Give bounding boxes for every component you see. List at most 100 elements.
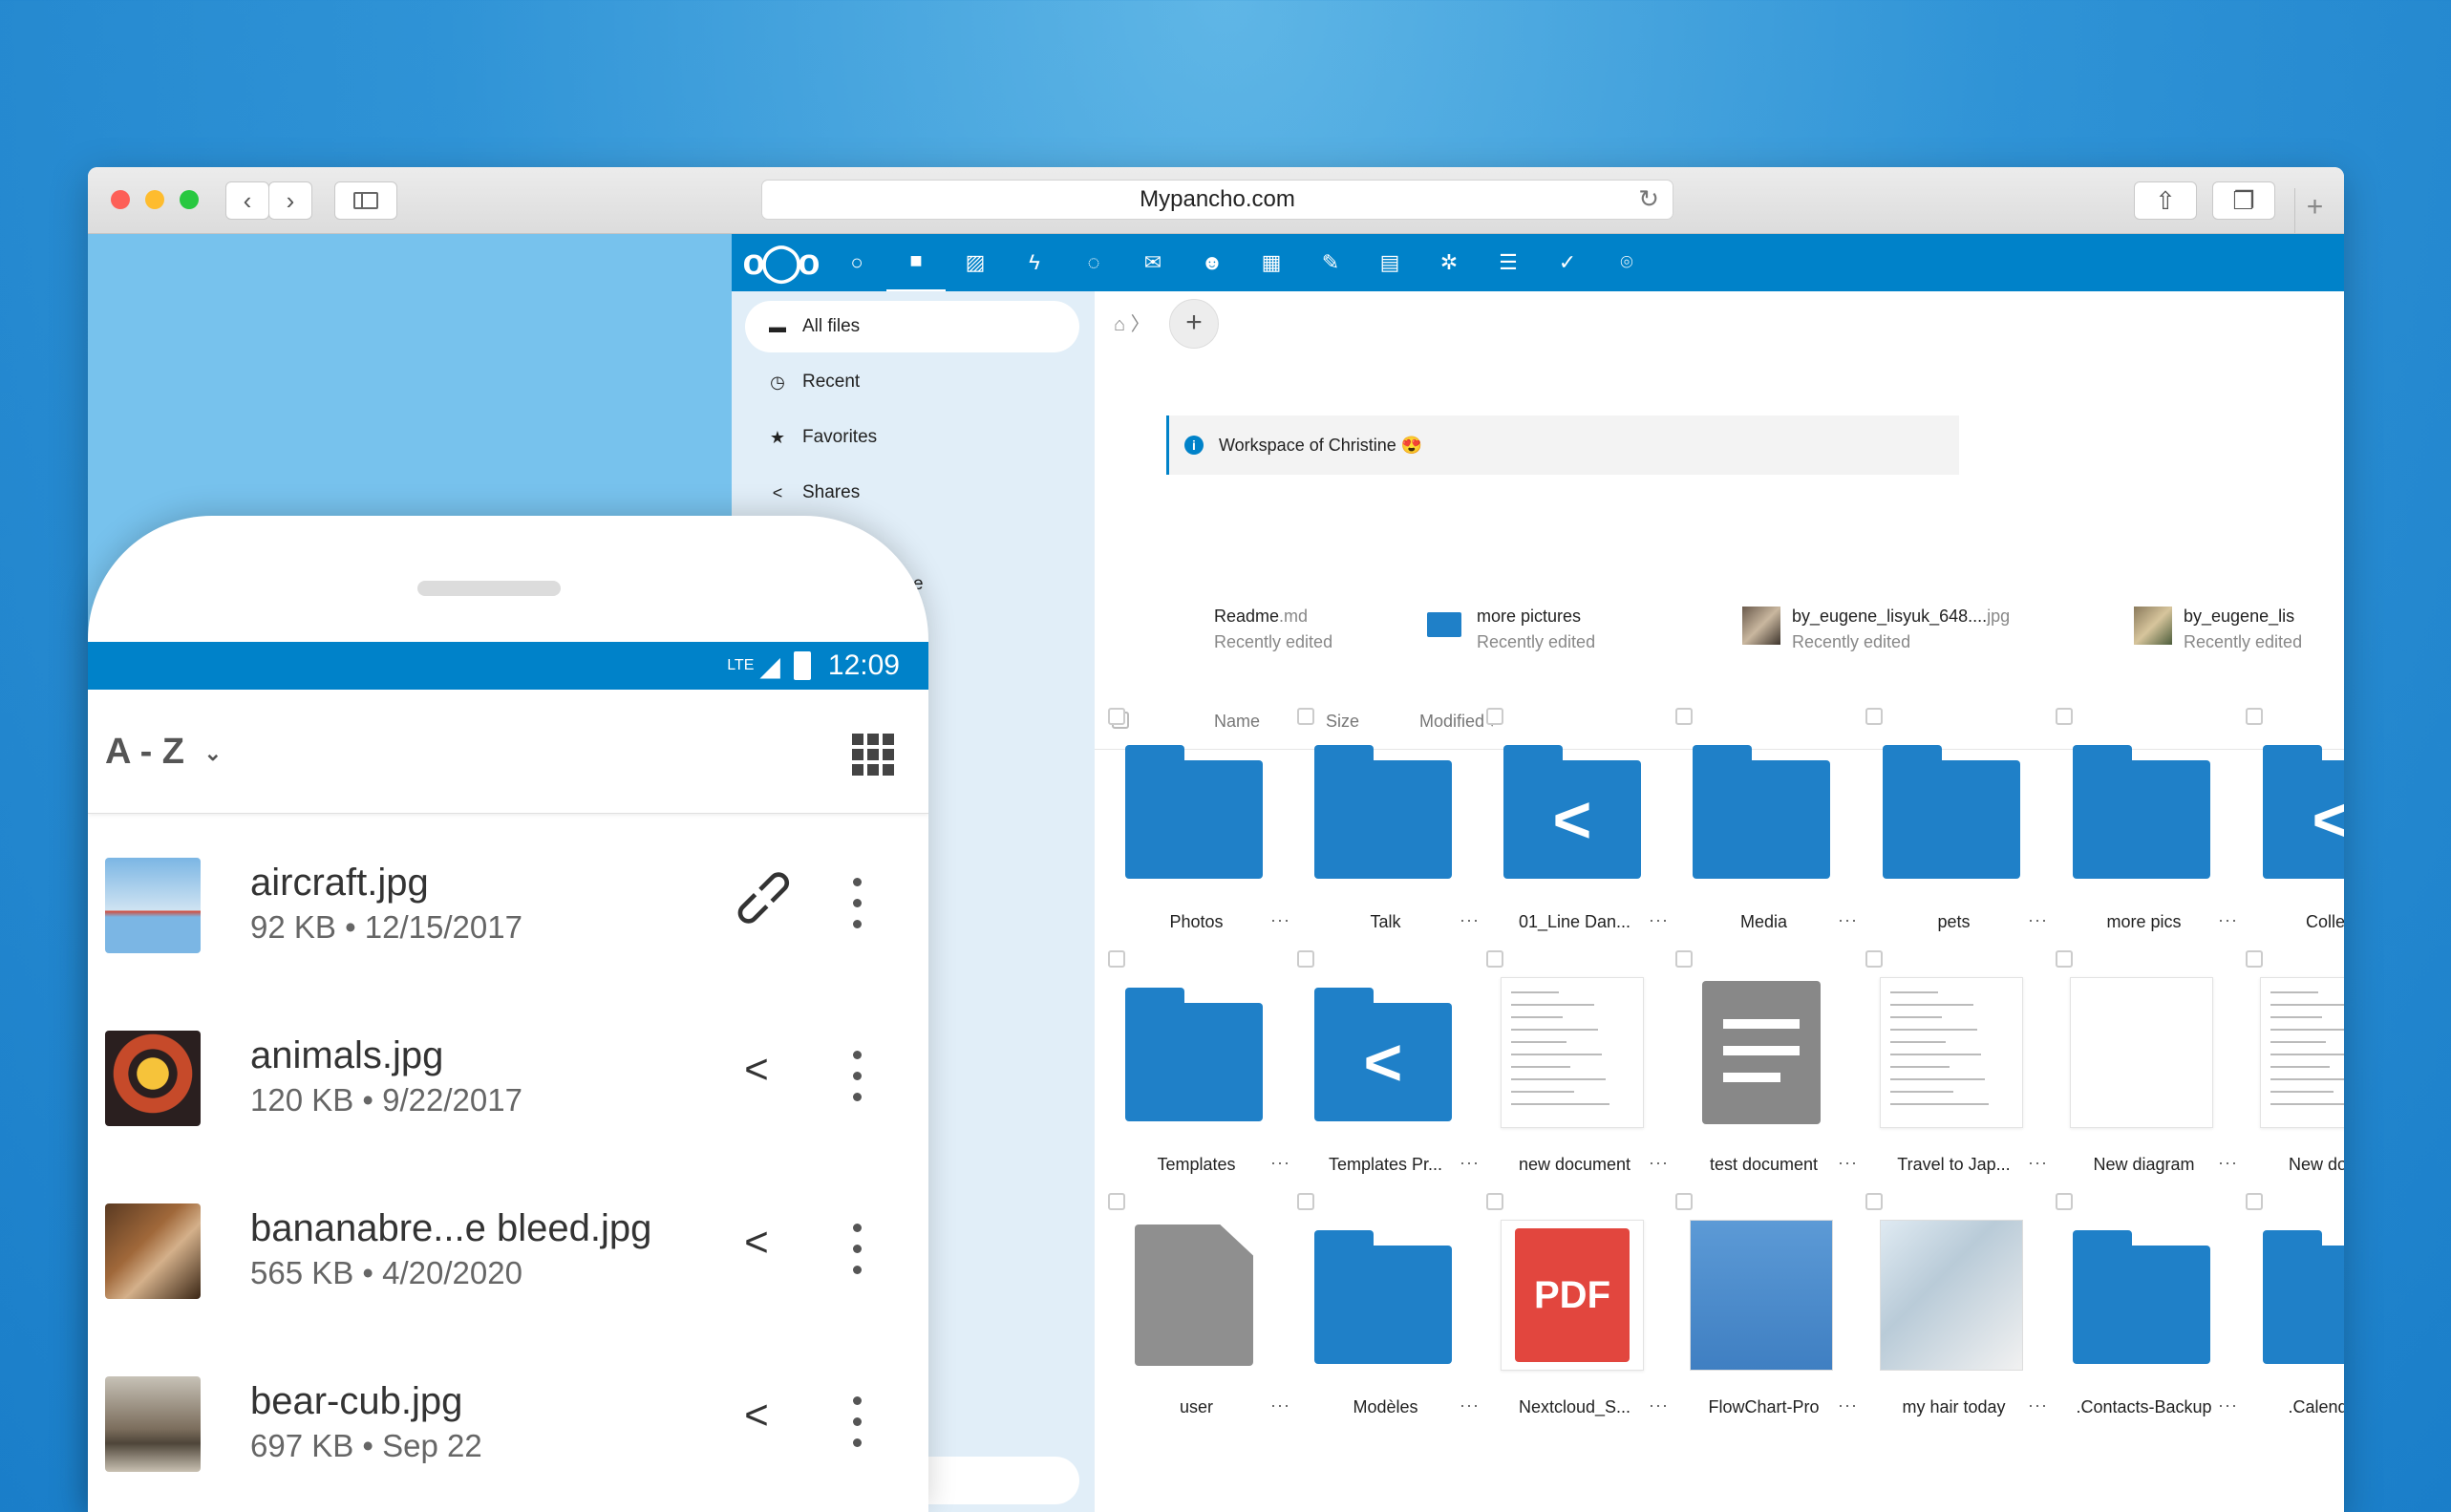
sidebar-item-recent[interactable]: ◷ Recent	[745, 356, 1079, 408]
list-item[interactable]: animals.jpg 120 KB • 9/22/2017 <	[88, 987, 928, 1160]
select-checkbox[interactable]	[2246, 1193, 2263, 1210]
file-tile[interactable]: FlowChart-Pro ···	[1675, 1193, 1876, 1443]
more-vertical-icon[interactable]	[842, 1044, 871, 1107]
select-checkbox[interactable]	[1675, 950, 1693, 968]
more-vertical-icon[interactable]	[842, 1217, 871, 1280]
sidebar-item-all-files[interactable]: ▬ All files	[745, 301, 1079, 352]
more-options-icon[interactable]: ···	[1270, 1153, 1290, 1173]
list-item[interactable]: bear-cub.jpg 697 KB • Sep 22 <	[88, 1332, 928, 1505]
activity-icon[interactable]: ϟ	[1005, 234, 1064, 291]
select-checkbox[interactable]	[1865, 950, 1883, 968]
file-tile[interactable]: user ···	[1108, 1193, 1309, 1443]
select-checkbox[interactable]	[2246, 950, 2263, 968]
mail-icon[interactable]: ✉	[1123, 234, 1183, 291]
file-tile[interactable]: New docum···	[2246, 950, 2344, 1201]
talk-icon[interactable]: ◌	[1064, 234, 1123, 291]
grid-view-icon[interactable]	[852, 734, 894, 776]
dashboard-icon[interactable]: ○	[827, 234, 886, 291]
select-checkbox[interactable]	[1297, 950, 1314, 968]
file-tile[interactable]: Media ···	[1675, 708, 1876, 958]
more-options-icon[interactable]: ···	[1649, 1153, 1669, 1173]
tabs-button[interactable]: ❐	[2212, 181, 2275, 220]
file-tile[interactable]: New diagram ···	[2056, 950, 2256, 1201]
more-options-icon[interactable]: ···	[2028, 910, 2048, 930]
more-options-icon[interactable]: ···	[1838, 1153, 1858, 1173]
file-tile[interactable]: <01_Line Dan... ···	[1486, 708, 1687, 958]
select-checkbox[interactable]	[1297, 1193, 1314, 1210]
select-checkbox[interactable]	[1486, 950, 1503, 968]
file-tile[interactable]: <Collecti···	[2246, 708, 2344, 958]
share-icon[interactable]: <	[728, 1392, 785, 1449]
file-tile[interactable]: .Calendar-B···	[2246, 1193, 2344, 1443]
calendar-icon[interactable]: ▦	[1242, 234, 1301, 291]
file-tile[interactable]: Templates ···	[1108, 950, 1309, 1201]
more-options-icon[interactable]: ···	[2028, 1153, 2048, 1173]
select-checkbox[interactable]	[2246, 708, 2263, 725]
file-tile[interactable]: Modèles ···	[1297, 1193, 1498, 1443]
more-options-icon[interactable]: ···	[1460, 910, 1480, 930]
more-options-icon[interactable]: ···	[1460, 1153, 1480, 1173]
close-window-button[interactable]	[111, 190, 130, 209]
file-tile[interactable]: pets ···	[1865, 708, 2066, 958]
more-options-icon[interactable]: ···	[1838, 910, 1858, 930]
minimize-window-button[interactable]	[145, 190, 164, 209]
files-icon[interactable]: ■	[886, 232, 946, 293]
zoom-window-button[interactable]	[180, 190, 199, 209]
contacts-icon[interactable]: ☻	[1183, 234, 1242, 291]
more-options-icon[interactable]: ···	[1270, 910, 1290, 930]
photos-icon[interactable]: ▨	[946, 234, 1005, 291]
deck-icon[interactable]: ▤	[1360, 234, 1419, 291]
select-checkbox[interactable]	[1297, 708, 1314, 725]
tasks-icon[interactable]: ☰	[1479, 234, 1538, 291]
list-item[interactable]: bananabre...e bleed.jpg 565 KB • 4/20/202…	[88, 1160, 928, 1332]
more-options-icon[interactable]: ···	[1649, 1395, 1669, 1416]
new-tab-button[interactable]: +	[2294, 188, 2334, 234]
select-checkbox[interactable]	[2056, 950, 2073, 968]
sidebar-toggle-button[interactable]	[334, 181, 397, 220]
more-options-icon[interactable]: ···	[2218, 910, 2238, 930]
select-checkbox[interactable]	[1865, 1193, 1883, 1210]
bookmarks-icon[interactable]: ✲	[1419, 234, 1479, 291]
select-checkbox[interactable]	[1108, 708, 1125, 725]
file-tile[interactable]: Photos ···	[1108, 708, 1309, 958]
list-item[interactable]: aircraft.jpg 92 KB • 12/15/2017 ⊂⊃	[88, 814, 928, 987]
sidebar-item-shares[interactable]: < Shares	[745, 467, 1079, 519]
reload-icon[interactable]: ↻	[1638, 184, 1659, 214]
share-icon[interactable]: <	[728, 1219, 785, 1276]
sort-selector[interactable]: A - Z ⌄	[105, 732, 222, 773]
file-tile[interactable]: my hair today ···	[1865, 1193, 2066, 1443]
select-checkbox[interactable]	[1675, 708, 1693, 725]
file-tile[interactable]: < Templates Pr... ···	[1297, 950, 1498, 1201]
select-checkbox[interactable]	[2056, 708, 2073, 725]
more-vertical-icon[interactable]	[842, 1390, 871, 1453]
forward-button[interactable]: ›	[268, 181, 312, 220]
address-bar[interactable]: Mypancho.com ↻	[761, 180, 1673, 220]
file-tile[interactable]: .Contacts-Backup ···	[2056, 1193, 2256, 1443]
file-tile[interactable]: more pics ···	[2056, 708, 2256, 958]
check-icon[interactable]: ✓	[1538, 234, 1597, 291]
more-options-icon[interactable]: ···	[1460, 1395, 1480, 1416]
select-checkbox[interactable]	[1865, 708, 1883, 725]
back-button[interactable]: ‹	[225, 181, 269, 220]
link-icon[interactable]: ⊂⊃	[721, 856, 804, 939]
more-options-icon[interactable]: ···	[1649, 910, 1669, 930]
select-checkbox[interactable]	[1108, 950, 1125, 968]
select-checkbox[interactable]	[2056, 1193, 2073, 1210]
sidebar-item-favorites[interactable]: ★ Favorites	[745, 412, 1079, 463]
file-tile[interactable]: new document ···	[1486, 950, 1687, 1201]
file-tile[interactable]: PDF Nextcloud_S... ···	[1486, 1193, 1687, 1443]
more-options-icon[interactable]: ···	[2028, 1395, 2048, 1416]
select-checkbox[interactable]	[1675, 1193, 1693, 1210]
select-checkbox[interactable]	[1486, 1193, 1503, 1210]
notes-icon[interactable]: ✎	[1301, 234, 1360, 291]
select-checkbox[interactable]	[1486, 708, 1503, 725]
more-options-icon[interactable]: ···	[2218, 1395, 2238, 1416]
more-options-icon[interactable]: ···	[2218, 1153, 2238, 1173]
more-options-icon[interactable]: ···	[1838, 1395, 1858, 1416]
more-options-icon[interactable]: ···	[1270, 1395, 1290, 1416]
share-icon[interactable]: <	[728, 1046, 785, 1103]
file-tile[interactable]: test document ···	[1675, 950, 1876, 1201]
more-vertical-icon[interactable]	[842, 871, 871, 934]
file-tile[interactable]: Talk ···	[1297, 708, 1498, 958]
file-tile[interactable]: Travel to Jap... ···	[1865, 950, 2066, 1201]
